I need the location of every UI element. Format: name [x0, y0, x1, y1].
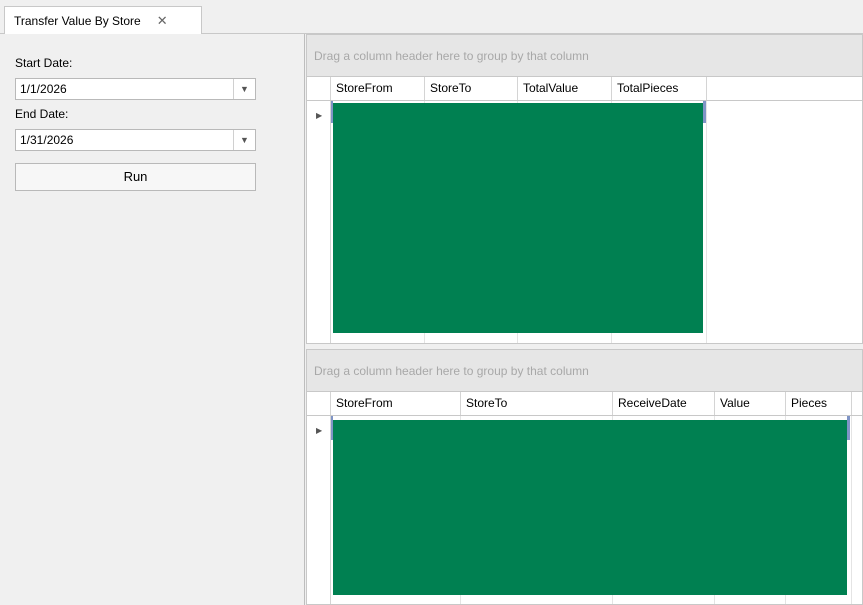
column-header-row: StoreFrom StoreTo ReceiveDate Value Piec…	[307, 392, 862, 416]
column-header-storeto[interactable]: StoreTo	[461, 392, 613, 415]
column-header-receivedate[interactable]: ReceiveDate	[613, 392, 715, 415]
chevron-down-icon[interactable]: ▼	[233, 130, 255, 150]
column-header-value[interactable]: Value	[715, 392, 786, 415]
row-indicator-header	[307, 77, 331, 100]
redacted-data-rows	[333, 420, 847, 595]
end-date-label: End Date:	[15, 107, 69, 121]
filter-panel: Start Date: 1/1/2026 ▼ End Date: 1/31/20…	[0, 34, 305, 605]
document-tab-strip: Transfer Value By Store ✕	[0, 0, 863, 34]
detail-grid[interactable]: Drag a column header here to group by th…	[306, 349, 863, 605]
start-date-label: Start Date:	[15, 56, 73, 70]
column-header-totalvalue[interactable]: TotalValue	[518, 77, 612, 100]
start-date-picker[interactable]: 1/1/2026 ▼	[15, 78, 256, 100]
tab-transfer-value-by-store[interactable]: Transfer Value By Store ✕	[4, 6, 202, 34]
column-header-row: StoreFrom StoreTo TotalValue TotalPieces	[307, 77, 862, 101]
current-row-indicator-icon: ▶	[316, 111, 323, 120]
group-by-panel[interactable]: Drag a column header here to group by th…	[307, 35, 862, 77]
row-indicator-column: ▶	[307, 101, 331, 343]
focused-cell-marker	[847, 416, 850, 440]
column-header-pieces[interactable]: Pieces	[786, 392, 852, 415]
column-header-storeto[interactable]: StoreTo	[425, 77, 518, 100]
row-indicator-header	[307, 392, 331, 415]
chevron-down-icon[interactable]: ▼	[233, 79, 255, 99]
column-divider	[706, 101, 707, 343]
redacted-data-rows	[333, 103, 703, 333]
summary-grid[interactable]: Drag a column header here to group by th…	[306, 34, 863, 344]
group-by-panel[interactable]: Drag a column header here to group by th…	[307, 350, 862, 392]
end-date-value: 1/31/2026	[20, 133, 74, 147]
column-header-storefrom[interactable]: StoreFrom	[331, 392, 461, 415]
focused-cell-marker	[703, 101, 706, 123]
tab-title: Transfer Value By Store	[14, 13, 141, 28]
column-divider	[851, 416, 852, 604]
close-icon[interactable]: ✕	[157, 13, 168, 29]
end-date-picker[interactable]: 1/31/2026 ▼	[15, 129, 256, 151]
column-header-storefrom[interactable]: StoreFrom	[331, 77, 425, 100]
row-indicator-column: ▶	[307, 416, 331, 604]
column-header-totalpieces[interactable]: TotalPieces	[612, 77, 707, 100]
current-row-indicator-icon: ▶	[316, 426, 323, 435]
run-button[interactable]: Run	[15, 163, 256, 191]
start-date-value: 1/1/2026	[20, 82, 67, 96]
